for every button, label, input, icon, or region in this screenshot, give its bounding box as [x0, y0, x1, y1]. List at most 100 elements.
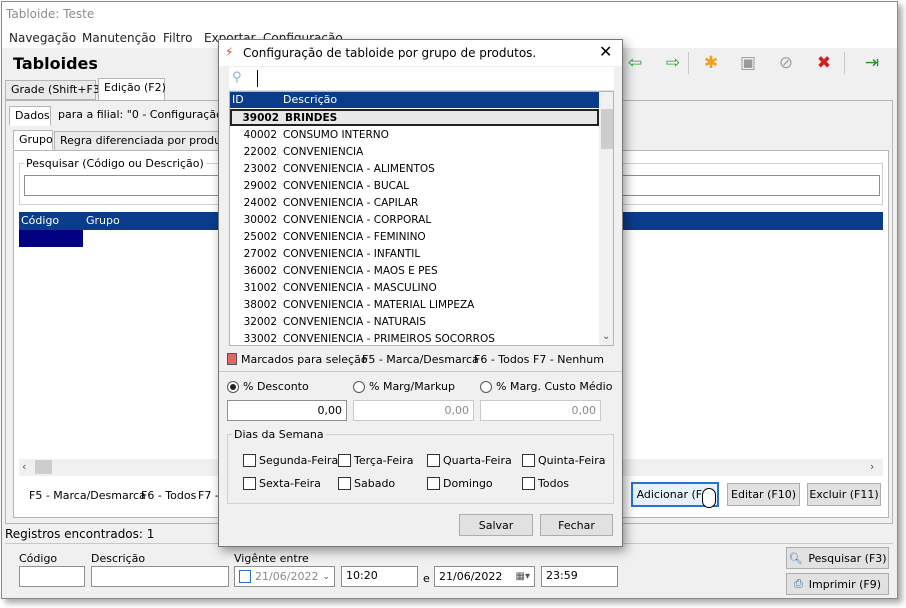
checkbox[interactable] [522, 454, 535, 467]
date-from-picker[interactable]: 21/06/2022 ⌄ [234, 566, 335, 587]
print-button-label: Imprimir (F9) [808, 577, 882, 591]
list-item[interactable]: 39002 BRINDES [230, 109, 599, 126]
list-item[interactable]: 31002 CONVENIENCIA - MASCULINO [230, 279, 599, 296]
dialog-search-input[interactable] [257, 70, 607, 87]
close-button[interactable]: Fechar [540, 514, 613, 536]
search-button-label: Pesquisar (F3) [808, 551, 887, 565]
weekday-label: Terça-Feira [354, 454, 414, 467]
list-item[interactable]: 30002 CONVENIENCIA - CORPORAL [230, 211, 599, 228]
radio-desconto[interactable]: % Desconto [227, 380, 309, 393]
list-item[interactable]: 23002 CONVENIENCIA - ALIMENTOS [230, 160, 599, 177]
legend-marked: Marcados para seleção [241, 353, 368, 366]
menu-navegacao[interactable]: Navegação [9, 31, 76, 45]
list-item-description: CONVENIENCIA [283, 145, 364, 158]
weekday-checkbox[interactable]: Segunda-Feira [243, 454, 338, 467]
radio-button[interactable] [227, 380, 239, 393]
list-item[interactable]: 29002 CONVENIENCIA - BUCAL [230, 177, 599, 194]
list-item-id: 24002 [243, 196, 277, 209]
search-button[interactable]: 🔍︎ Pesquisar (F3) [786, 547, 889, 569]
edit-button[interactable]: Editar (F10) [727, 483, 800, 506]
tab-grupo[interactable]: Grupo [13, 130, 53, 150]
list-item-description: CONVENIENCIA - MASCULINO [283, 281, 437, 294]
cancel-icon[interactable]: ⊘ [773, 51, 799, 75]
date-to-picker[interactable]: 21/06/2022 ▦▾ [434, 566, 535, 587]
column-descricao: Descrição [283, 93, 338, 106]
weekday-checkbox[interactable]: Sabado [338, 477, 395, 490]
checkbox[interactable] [427, 454, 440, 467]
menu-manutencao[interactable]: Manutenção [82, 31, 156, 45]
checkbox[interactable] [338, 454, 351, 467]
scroll-thumb[interactable] [601, 109, 613, 149]
radio-button[interactable] [353, 380, 365, 393]
page-title: Tabloides [13, 54, 98, 73]
new-document-icon[interactable]: ✱ [698, 51, 724, 75]
list-item[interactable]: 25002 CONVENIENCIA - FEMININO [230, 228, 599, 245]
calendar-icon[interactable]: ▦▾ [516, 571, 530, 582]
codigo-input[interactable] [19, 566, 85, 587]
list-item[interactable]: 32002 CONVENIENCIA - NATURAIS [230, 313, 599, 330]
weekday-label: Sabado [354, 477, 396, 490]
close-icon[interactable]: ✕ [599, 42, 612, 61]
scroll-right-icon[interactable]: › [870, 460, 874, 473]
checkbox[interactable] [243, 454, 256, 467]
table-row-selected-cell[interactable] [19, 230, 83, 247]
list-item[interactable]: 27002 CONVENIENCIA - INFANTIL [230, 245, 599, 262]
exit-door-icon[interactable]: ⇥ [859, 51, 885, 75]
list-item-description: CONVENIENCIA - MATERIAL LIMPEZA [283, 298, 475, 311]
scroll-thumb[interactable] [35, 460, 52, 474]
save-button[interactable]: Salvar [459, 514, 533, 536]
tab-dados[interactable]: Dados [9, 106, 51, 126]
desconto-input[interactable]: 0,00 [227, 400, 347, 421]
checkbox[interactable] [243, 477, 256, 490]
list-item-id: 29002 [243, 179, 277, 192]
printer-icon: ⎙ [793, 577, 803, 590]
time-from-input[interactable]: 10:20 [341, 566, 418, 587]
weekday-checkbox[interactable]: Quarta-Feira [427, 454, 512, 467]
group-list: ID Descrição 39002 BRINDES 40002 CONSUMO IN… [229, 91, 614, 346]
scroll-left-icon[interactable]: ‹ [22, 460, 26, 473]
weekday-checkbox[interactable]: Todos [522, 477, 569, 490]
tab-grade[interactable]: Grade (Shift+F3) [5, 80, 104, 100]
marg-custo-input[interactable]: 0,00 [480, 400, 601, 421]
list-item[interactable]: 33002 CONVENIENCIA - PRIMEIROS SOCORROS [230, 330, 599, 345]
back-arrow-icon[interactable]: ⇦ [622, 51, 648, 75]
marg-markup-input[interactable]: 0,00 [353, 400, 474, 421]
forward-arrow-icon[interactable]: ⇨ [660, 51, 686, 75]
radio-marg-markup[interactable]: % Marg/Markup [353, 380, 455, 393]
radio-marg-custo[interactable]: % Marg. Custo Médio [480, 380, 612, 393]
list-item-id: 23002 [243, 162, 277, 175]
week-days-label: Dias da Semana [232, 428, 326, 441]
weekday-checkbox[interactable]: Domingo [427, 477, 493, 490]
menu-filtro[interactable]: Filtro [163, 31, 192, 45]
time-to-input[interactable]: 23:59 [541, 566, 618, 587]
weekday-checkbox[interactable]: Terça-Feira [338, 454, 413, 467]
weekday-checkbox[interactable]: Quinta-Feira [522, 454, 606, 467]
checkbox[interactable] [338, 477, 351, 490]
descricao-input[interactable] [91, 566, 229, 587]
radio-button[interactable] [480, 380, 492, 393]
week-days-group [227, 434, 614, 504]
list-item-id: 33002 [243, 332, 277, 345]
list-item-description: CONVENIENCIA - CAPILAR [283, 196, 419, 209]
list-item[interactable]: 36002 CONVENIENCIA - MAOS E PES [230, 262, 599, 279]
vertical-scrollbar[interactable]: ⌄ [599, 92, 613, 345]
tab-edicao[interactable]: Edição (F2) [98, 78, 166, 101]
list-item[interactable]: 38002 CONVENIENCIA - MATERIAL LIMPEZA [230, 296, 599, 313]
list-item[interactable]: 24002 CONVENIENCIA - CAPILAR [230, 194, 599, 211]
checkbox[interactable] [522, 477, 535, 490]
list-item-id: 30002 [243, 213, 277, 226]
list-item-description: CONVENIENCIA - CORPORAL [283, 213, 432, 226]
checkbox[interactable] [427, 477, 440, 490]
weekday-label: Quarta-Feira [443, 454, 512, 467]
tab-regra-diferenciada[interactable]: Regra diferenciada por produto [54, 131, 232, 151]
list-item[interactable]: 22002 CONVENIENCIA [230, 143, 599, 160]
date-from-checkbox[interactable] [239, 570, 252, 583]
scroll-down-icon[interactable]: ⌄ [602, 331, 610, 342]
delete-icon[interactable]: ✖ [811, 51, 837, 75]
print-button[interactable]: ⎙ Imprimir (F9) [786, 573, 889, 595]
save-disk-icon[interactable]: ▣ [735, 51, 761, 75]
radio-desconto-label: % Desconto [243, 380, 309, 393]
weekday-checkbox[interactable]: Sexta-Feira [243, 477, 321, 490]
delete-button[interactable]: Excluir (F11) [807, 483, 881, 506]
list-item[interactable]: 40002 CONSUMO INTERNO [230, 126, 599, 143]
